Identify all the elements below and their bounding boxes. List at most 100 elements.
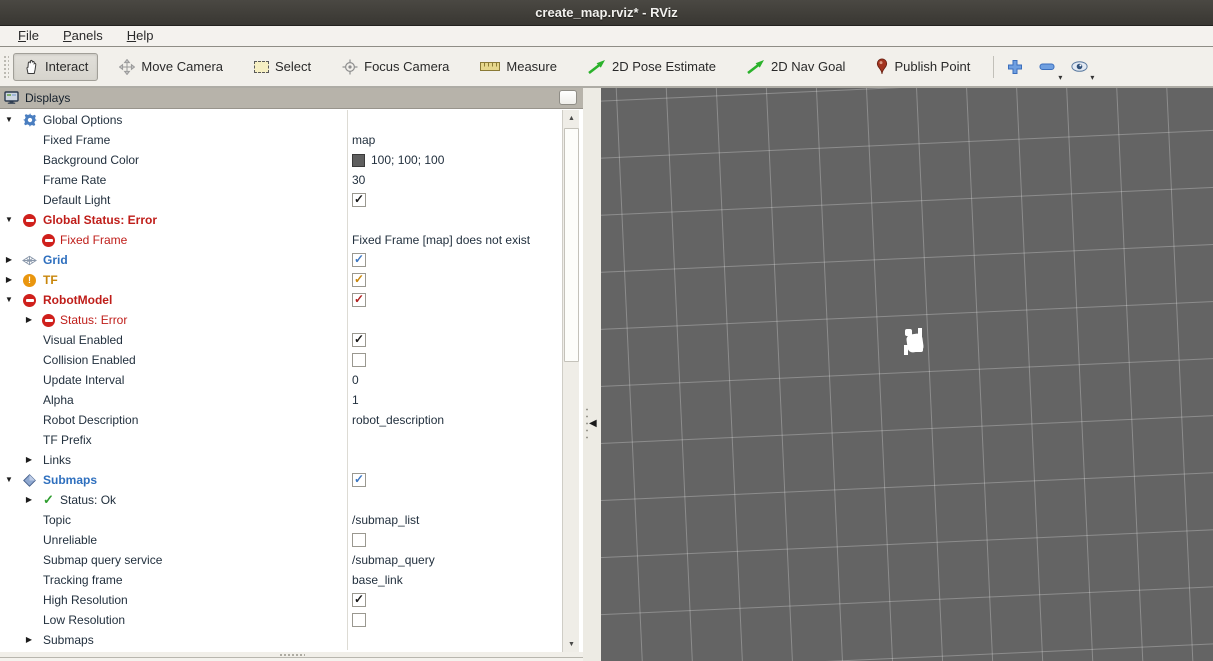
- menu-help[interactable]: Help: [117, 27, 164, 45]
- row-value[interactable]: [347, 630, 562, 650]
- tree-row[interactable]: Unreliable: [0, 530, 562, 550]
- checkbox-checked[interactable]: ✓: [352, 293, 366, 307]
- row-value[interactable]: [347, 610, 562, 630]
- tree-row[interactable]: Fixed Framemap: [0, 130, 562, 150]
- interact-tool-button[interactable]: Interact: [13, 53, 98, 81]
- color-swatch[interactable]: [352, 154, 365, 167]
- row-value[interactable]: ✓: [347, 470, 562, 490]
- zoom-out-button[interactable]: ▾: [1034, 54, 1060, 80]
- row-value[interactable]: [347, 110, 562, 130]
- menu-file[interactable]: File: [8, 27, 49, 45]
- select-tool-button[interactable]: Select: [244, 53, 321, 80]
- toolbar-grip-handle[interactable]: [2, 54, 9, 80]
- row-value[interactable]: [347, 450, 562, 470]
- tree-row[interactable]: ▼RobotModel✓: [0, 290, 562, 310]
- tree-row[interactable]: Robot Descriptionrobot_description: [0, 410, 562, 430]
- measure-tool-button[interactable]: Measure: [470, 53, 567, 80]
- move-camera-tool-button[interactable]: Move Camera: [109, 53, 233, 81]
- row-value[interactable]: base_link: [347, 570, 562, 590]
- row-value[interactable]: ✓: [347, 250, 562, 270]
- tree-row[interactable]: Topic/submap_list: [0, 510, 562, 530]
- expander-open-icon[interactable]: ▼: [2, 470, 16, 490]
- row-value[interactable]: [347, 350, 562, 370]
- tree-row[interactable]: ▶Status: Error: [0, 310, 562, 330]
- row-value[interactable]: [347, 430, 562, 450]
- checkbox-checked[interactable]: ✓: [352, 273, 366, 287]
- robot-model[interactable]: [901, 328, 931, 360]
- tree-row[interactable]: High Resolution✓: [0, 590, 562, 610]
- row-value[interactable]: ✓: [347, 290, 562, 310]
- row-value[interactable]: map: [347, 130, 562, 150]
- tree-row[interactable]: ▼Global Options: [0, 110, 562, 130]
- checkbox-checked[interactable]: ✓: [352, 593, 366, 607]
- row-value[interactable]: 1: [347, 390, 562, 410]
- vertical-splitter[interactable]: ◀: [583, 88, 601, 661]
- row-value[interactable]: [347, 210, 562, 230]
- checkbox-checked[interactable]: ✓: [352, 253, 366, 267]
- visibility-button[interactable]: ▾: [1066, 54, 1092, 80]
- row-value[interactable]: ✓: [347, 190, 562, 210]
- vertical-scrollbar[interactable]: ▲ ▼: [562, 110, 579, 652]
- menu-panels[interactable]: Panels: [53, 27, 113, 45]
- displays-panel-header[interactable]: Displays: [0, 88, 583, 109]
- checkbox-unchecked[interactable]: [352, 353, 366, 367]
- nav-goal-tool-button[interactable]: 2D Nav Goal: [737, 53, 855, 80]
- expander-closed-icon[interactable]: ▶: [2, 250, 16, 270]
- tree-row[interactable]: Submap query service/submap_query: [0, 550, 562, 570]
- row-value[interactable]: 0: [347, 370, 562, 390]
- publish-point-tool-button[interactable]: Publish Point: [866, 52, 980, 81]
- 3d-viewport[interactable]: [601, 88, 1213, 661]
- row-value[interactable]: Fixed Frame [map] does not exist: [347, 230, 562, 250]
- expander-open-icon[interactable]: ▼: [2, 110, 16, 130]
- checkbox-checked[interactable]: ✓: [352, 473, 366, 487]
- tree-row[interactable]: TF Prefix: [0, 430, 562, 450]
- collapse-panel-icon[interactable]: ◀: [589, 418, 597, 429]
- tree-row[interactable]: ▶✓Status: Ok: [0, 490, 562, 510]
- expander-closed-icon[interactable]: ▶: [22, 490, 36, 510]
- expander-closed-icon[interactable]: ▶: [22, 310, 36, 330]
- checkbox-unchecked[interactable]: [352, 533, 366, 547]
- scrollbar-thumb[interactable]: [564, 128, 579, 362]
- scroll-up-icon[interactable]: ▲: [563, 110, 580, 126]
- tree-row[interactable]: Tracking framebase_link: [0, 570, 562, 590]
- window-titlebar[interactable]: create_map.rviz* - RViz: [0, 0, 1213, 26]
- tree-row[interactable]: Frame Rate30: [0, 170, 562, 190]
- row-value[interactable]: ✓: [347, 590, 562, 610]
- pose-estimate-tool-button[interactable]: 2D Pose Estimate: [578, 53, 726, 80]
- tree-row[interactable]: Alpha1: [0, 390, 562, 410]
- tree-row[interactable]: Low Resolution: [0, 610, 562, 630]
- tree-row[interactable]: ▶Links: [0, 450, 562, 470]
- tree-row[interactable]: Collision Enabled: [0, 350, 562, 370]
- row-value[interactable]: /submap_list: [347, 510, 562, 530]
- row-value[interactable]: [347, 310, 562, 330]
- checkbox-unchecked[interactable]: [352, 613, 366, 627]
- row-value[interactable]: /submap_query: [347, 550, 562, 570]
- tree-row[interactable]: Update Interval0: [0, 370, 562, 390]
- row-value[interactable]: [347, 490, 562, 510]
- tree-row[interactable]: ▼Global Status: Error: [0, 210, 562, 230]
- row-value[interactable]: ✓: [347, 270, 562, 290]
- checkbox-checked[interactable]: ✓: [352, 333, 366, 347]
- tree-row[interactable]: Background Color100; 100; 100: [0, 150, 562, 170]
- tree-row[interactable]: Fixed FrameFixed Frame [map] does not ex…: [0, 230, 562, 250]
- expander-closed-icon[interactable]: ▶: [22, 630, 36, 650]
- expander-open-icon[interactable]: ▼: [2, 290, 16, 310]
- tree-row[interactable]: Visual Enabled✓: [0, 330, 562, 350]
- expander-open-icon[interactable]: ▼: [2, 210, 16, 230]
- focus-camera-tool-button[interactable]: Focus Camera: [332, 53, 459, 81]
- row-value[interactable]: robot_description: [347, 410, 562, 430]
- row-value[interactable]: 100; 100; 100: [347, 150, 562, 170]
- checkbox-checked[interactable]: ✓: [352, 193, 366, 207]
- tree-row[interactable]: ▶Submaps: [0, 630, 562, 650]
- tree-row[interactable]: ▼Submaps✓: [0, 470, 562, 490]
- row-value[interactable]: 30: [347, 170, 562, 190]
- tree-row[interactable]: ▶!TF✓: [0, 270, 562, 290]
- zoom-in-button[interactable]: [1002, 54, 1028, 80]
- expander-closed-icon[interactable]: ▶: [22, 450, 36, 470]
- tree-row[interactable]: Default Light✓: [0, 190, 562, 210]
- row-value[interactable]: [347, 530, 562, 550]
- scroll-down-icon[interactable]: ▼: [563, 636, 580, 652]
- expander-closed-icon[interactable]: ▶: [2, 270, 16, 290]
- tree-row[interactable]: ▶Grid✓: [0, 250, 562, 270]
- panel-float-button[interactable]: [559, 90, 577, 105]
